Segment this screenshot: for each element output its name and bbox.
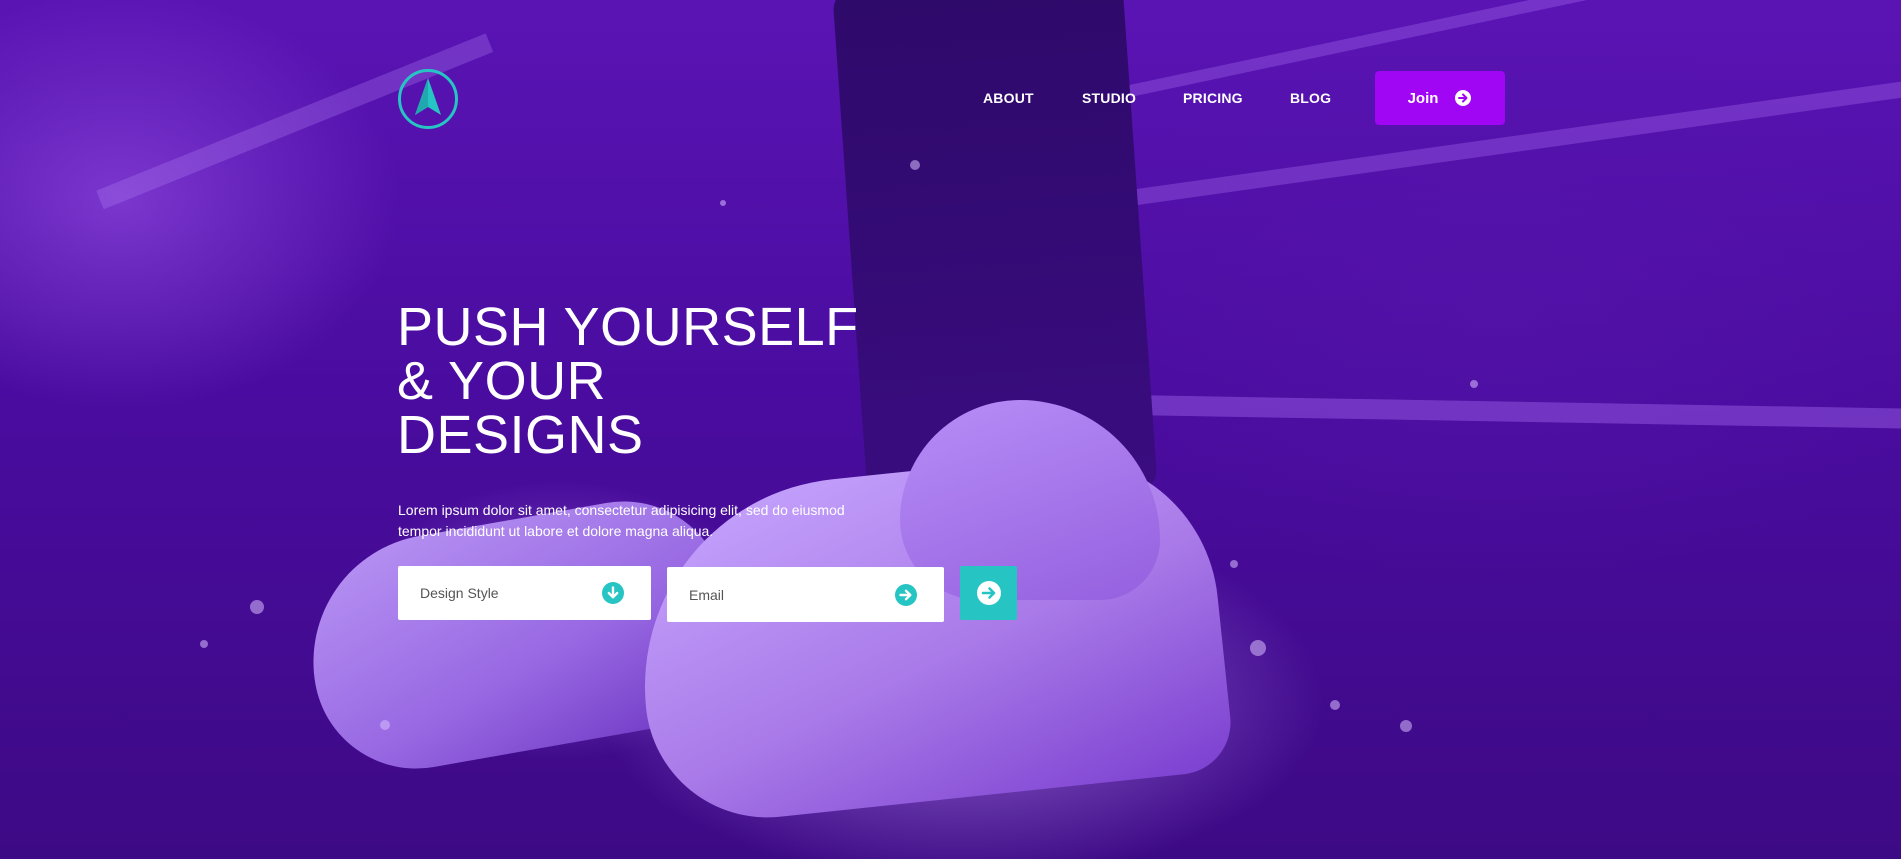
headline-line-1: PUSH YOURSELF <box>397 297 859 357</box>
hero-headline: PUSH YOURSELF & YOUR DESIGNS <box>397 300 917 462</box>
arrow-circle-right-icon <box>976 581 1001 605</box>
join-button-label: Join <box>1407 89 1439 107</box>
email-input[interactable] <box>689 586 869 603</box>
nav-link-blog[interactable]: BLOG <box>1290 90 1331 106</box>
submit-button[interactable] <box>960 566 1017 620</box>
nav-link-about[interactable]: ABOUT <box>983 90 1034 106</box>
hero-subtext: Lorem ipsum dolor sit amet, consectetur … <box>398 502 845 539</box>
headline-line-3: DESIGNS <box>397 405 644 465</box>
design-style-selected-value: Design Style <box>420 585 499 601</box>
arrow-circle-right-icon <box>1455 90 1472 106</box>
headline-line-2: & YOUR <box>397 351 607 411</box>
nav-link-studio[interactable]: STUDIO <box>1082 90 1136 106</box>
email-field[interactable] <box>667 567 944 622</box>
join-button[interactable]: Join <box>1375 71 1505 125</box>
arrow-circle-down-icon <box>602 582 624 604</box>
arrow-circle-right-icon <box>895 583 917 606</box>
nav-link-pricing[interactable]: PRICING <box>1183 90 1243 106</box>
hero-background-image <box>0 0 1901 859</box>
arrow-navigation-logo[interactable] <box>397 68 459 130</box>
design-style-select[interactable]: Design Style <box>398 566 651 620</box>
